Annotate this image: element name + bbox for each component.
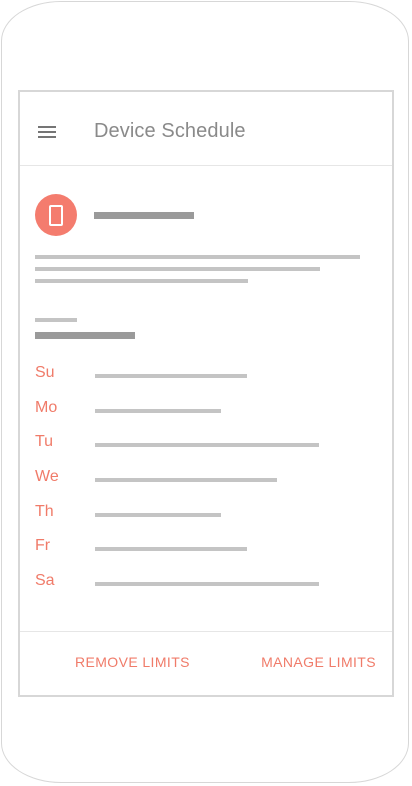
app-screen: Device Schedule Su Mo Tu We Th Fr Sa REM… bbox=[18, 90, 394, 697]
day-schedule-placeholder bbox=[95, 443, 319, 447]
day-schedule-placeholder bbox=[95, 409, 221, 413]
day-row-monday[interactable]: Mo bbox=[35, 399, 375, 423]
day-label: Sa bbox=[35, 572, 55, 589]
remove-limits-button[interactable]: REMOVE LIMITS bbox=[75, 654, 190, 670]
device-avatar bbox=[35, 194, 77, 236]
day-schedule-placeholder bbox=[95, 478, 277, 482]
menu-icon[interactable] bbox=[38, 126, 58, 138]
day-schedule-placeholder bbox=[95, 374, 247, 378]
menu-icon-line bbox=[38, 136, 56, 138]
day-schedule-placeholder bbox=[95, 513, 221, 517]
day-label: Th bbox=[35, 503, 54, 520]
section-caption-placeholder bbox=[35, 318, 77, 322]
day-label: Mo bbox=[35, 399, 58, 416]
day-row-tuesday[interactable]: Tu bbox=[35, 433, 375, 457]
day-row-sunday[interactable]: Su bbox=[35, 364, 375, 388]
device-name-placeholder bbox=[94, 212, 194, 219]
menu-icon-line bbox=[38, 126, 56, 128]
description-line bbox=[35, 279, 248, 283]
phone-icon bbox=[49, 205, 63, 226]
action-footer: REMOVE LIMITS MANAGE LIMITS bbox=[20, 631, 392, 695]
day-schedule-placeholder bbox=[95, 547, 247, 551]
description-line bbox=[35, 255, 360, 259]
section-title-placeholder bbox=[35, 332, 135, 339]
day-row-thursday[interactable]: Th bbox=[35, 503, 375, 527]
manage-limits-button[interactable]: MANAGE LIMITS bbox=[261, 654, 376, 670]
day-label: Su bbox=[35, 364, 55, 381]
menu-icon-line bbox=[38, 131, 56, 133]
day-label: We bbox=[35, 468, 59, 485]
app-bar: Device Schedule bbox=[20, 92, 392, 166]
day-row-saturday[interactable]: Sa bbox=[35, 572, 375, 596]
day-label: Tu bbox=[35, 433, 54, 450]
day-schedule-placeholder bbox=[95, 582, 319, 586]
description-line bbox=[35, 267, 320, 271]
day-row-wednesday[interactable]: We bbox=[35, 468, 375, 492]
page-title: Device Schedule bbox=[94, 120, 246, 142]
day-label: Fr bbox=[35, 537, 51, 554]
day-row-friday[interactable]: Fr bbox=[35, 537, 375, 561]
